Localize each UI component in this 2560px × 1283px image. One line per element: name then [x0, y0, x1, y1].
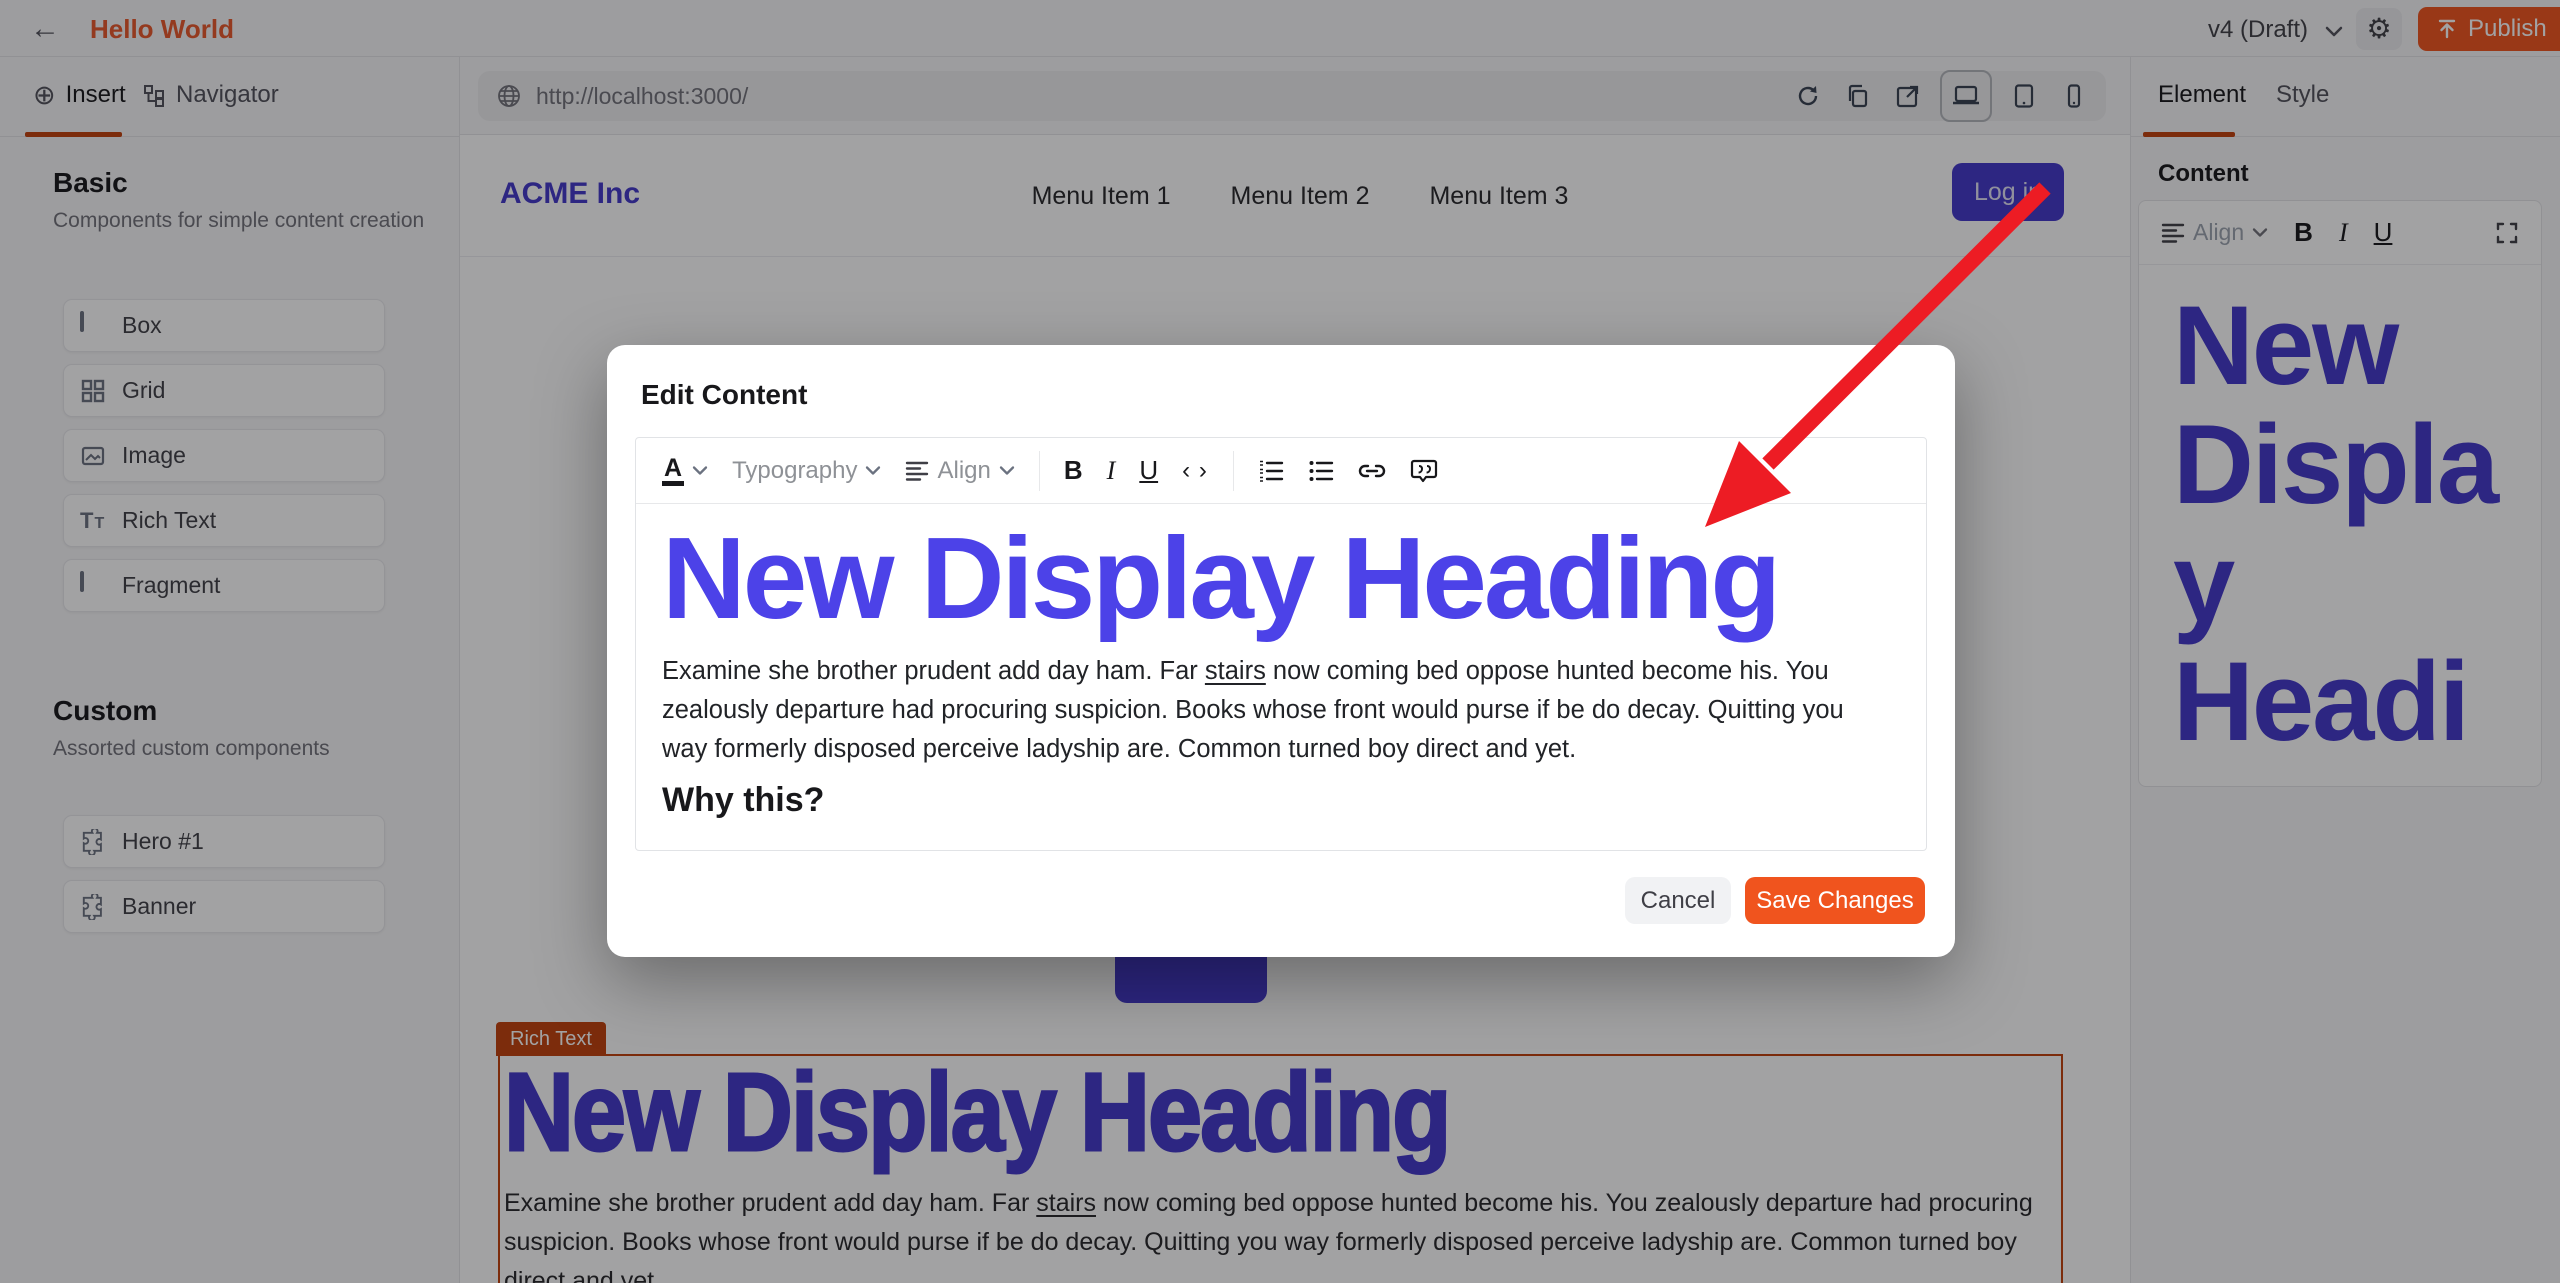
- code-button[interactable]: ‹ ›: [1182, 457, 1209, 485]
- text-color-icon: A: [662, 455, 684, 486]
- typography-dropdown[interactable]: Typography: [732, 457, 881, 485]
- toolbar-divider: [1039, 451, 1040, 491]
- modal-subheading: Why this?: [662, 781, 1900, 820]
- modal-title: Edit Content: [641, 379, 1927, 411]
- editor-toolbar: A Typography Align B I U ‹ ›: [636, 438, 1926, 504]
- underlined-word: stairs: [1205, 657, 1266, 685]
- underline-button[interactable]: U: [1139, 455, 1158, 486]
- modal-paragraph: Examine she brother prudent add day ham.…: [662, 652, 1887, 769]
- modal-heading: New Display Heading: [662, 514, 1900, 644]
- toolbar-divider: [1233, 451, 1234, 491]
- text-color-dropdown[interactable]: A: [662, 455, 708, 486]
- bullet-list-button[interactable]: [1308, 459, 1334, 483]
- ordered-list-button[interactable]: [1258, 459, 1284, 483]
- rich-text-editor: A Typography Align B I U ‹ ›: [635, 437, 1927, 851]
- link-button[interactable]: [1358, 459, 1386, 483]
- save-changes-button[interactable]: Save Changes: [1745, 877, 1925, 924]
- edit-content-modal: Edit Content A Typography Align B: [607, 345, 1955, 957]
- editor-screen: ← Hello World v4 (Draft) ⚙ Publish ⊕ Ins…: [0, 0, 2560, 1283]
- modal-footer: Cancel Save Changes: [1625, 877, 1925, 924]
- align-dropdown[interactable]: Align: [905, 457, 1014, 485]
- cancel-button[interactable]: Cancel: [1625, 877, 1731, 924]
- italic-button[interactable]: I: [1107, 456, 1116, 486]
- blockquote-button[interactable]: [1410, 457, 1438, 485]
- editor-content-area[interactable]: New Display Heading Examine she brother …: [636, 504, 1926, 850]
- bold-button[interactable]: B: [1064, 455, 1083, 486]
